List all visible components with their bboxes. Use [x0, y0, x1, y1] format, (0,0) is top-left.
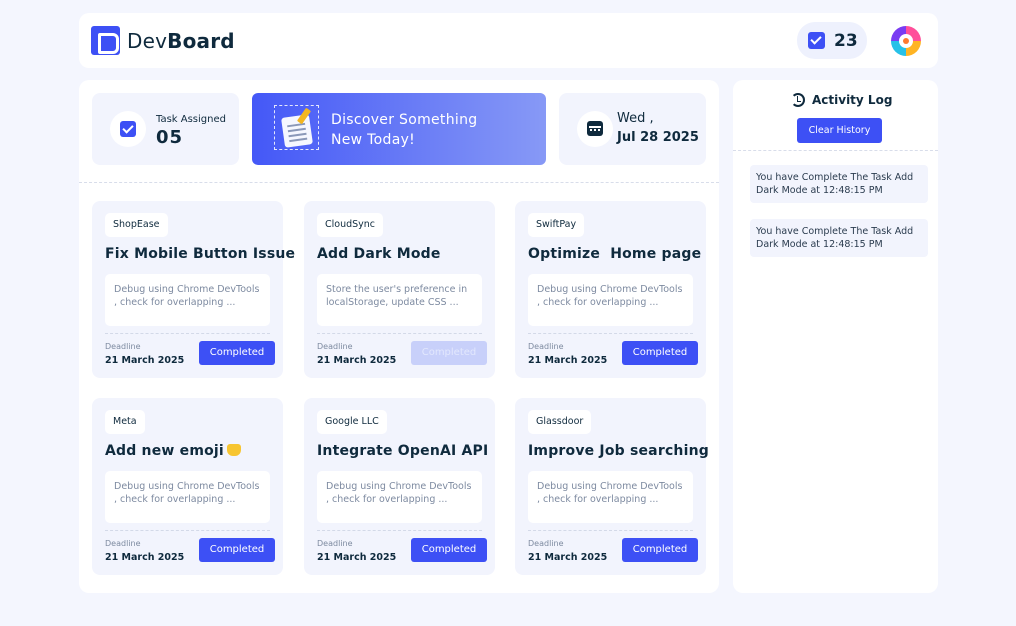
logo-text-light: Dev: [127, 29, 168, 53]
deadline-label: Deadline: [528, 539, 564, 548]
card-divider: [317, 530, 482, 531]
company-tag: Google LLC: [317, 410, 387, 434]
activity-log-item: You have Complete The Task Add Dark Mode…: [750, 219, 928, 257]
date-full: Jul 28 2025: [617, 130, 699, 145]
calendar-icon-circle: [577, 111, 613, 147]
task-title: Add Dark Mode: [317, 246, 441, 262]
checkbox-icon: [808, 32, 825, 49]
card-divider: [528, 530, 693, 531]
company-tag: CloudSync: [317, 213, 384, 237]
main-panel: Task Assigned 05 Discover Something New …: [79, 80, 719, 593]
task-card: CloudSync Add Dark Mode Store the user's…: [304, 201, 495, 378]
task-title: Fix Mobile Button Issue: [105, 246, 296, 262]
card-divider: [317, 333, 482, 334]
company-tag: ShopEase: [105, 213, 168, 237]
banner-line-1: Discover Something: [331, 112, 478, 128]
card-divider: [528, 333, 693, 334]
completed-button[interactable]: Completed: [622, 538, 698, 562]
task-description: Debug using Chrome DevTools , check for …: [528, 471, 693, 523]
activity-log-item: You have Complete The Task Add Dark Mode…: [750, 165, 928, 203]
task-count: 23: [834, 31, 858, 51]
deadline-date: 21 March 2025: [528, 355, 608, 366]
user-avatar[interactable]: [891, 26, 921, 56]
task-title: Optimize Home page: [528, 246, 702, 262]
task-card: Meta Add new emoji Debug using Chrome De…: [92, 398, 283, 575]
task-description: Debug using Chrome DevTools , check for …: [528, 274, 693, 326]
task-description: Debug using Chrome DevTools , check for …: [105, 274, 270, 326]
completed-button-disabled[interactable]: Completed: [411, 341, 487, 365]
deadline-date: 21 March 2025: [105, 552, 185, 563]
card-divider: [105, 333, 270, 334]
task-description: Debug using Chrome DevTools , check for …: [105, 471, 270, 523]
task-assigned-label: Task Assigned: [156, 114, 226, 125]
deadline-date: 21 March 2025: [317, 552, 397, 563]
task-title: Integrate OpenAI API: [317, 443, 489, 459]
task-card: Glassdoor Improve Job searching Debug us…: [515, 398, 709, 575]
app-logo-text: DevBoard: [127, 29, 235, 53]
task-count-badge[interactable]: 23: [797, 22, 867, 59]
task-title: Improve Job searching: [528, 443, 709, 459]
deadline-label: Deadline: [528, 342, 564, 351]
completed-button[interactable]: Completed: [622, 341, 698, 365]
completed-button[interactable]: Completed: [199, 341, 275, 365]
task-description: Debug using Chrome DevTools , check for …: [317, 471, 482, 523]
date-day: Wed ,: [617, 111, 654, 126]
deadline-label: Deadline: [317, 539, 353, 548]
activity-log-title: Activity Log: [791, 93, 892, 107]
discover-banner[interactable]: Discover Something New Today!: [252, 93, 546, 165]
date-stat: Wed , Jul 28 2025: [559, 93, 706, 165]
top-header: DevBoard 23: [79, 13, 938, 68]
banner-text: Discover Something New Today!: [331, 110, 531, 150]
task-card: Google LLC Integrate OpenAI API Debug us…: [304, 398, 495, 575]
section-divider: [79, 182, 719, 183]
company-tag: Glassdoor: [528, 410, 592, 434]
task-assigned-stat: Task Assigned 05: [92, 93, 239, 165]
completed-button[interactable]: Completed: [199, 538, 275, 562]
deadline-label: Deadline: [105, 342, 141, 351]
activity-log-title-text: Activity Log: [812, 93, 893, 107]
company-tag: Meta: [105, 410, 145, 434]
banner-line-2: New Today!: [331, 132, 416, 148]
task-description: Store the user's preference in localStor…: [317, 274, 482, 326]
deadline-date: 21 March 2025: [317, 355, 397, 366]
deadline-label: Deadline: [105, 539, 141, 548]
deadline-label: Deadline: [317, 342, 353, 351]
task-assigned-value: 05: [156, 127, 184, 148]
task-icon-circle: [110, 111, 146, 147]
deadline-date: 21 March 2025: [528, 552, 608, 563]
clear-history-button[interactable]: Clear History: [797, 118, 882, 143]
task-card: ShopEase Fix Mobile Button Issue Debug u…: [92, 201, 295, 378]
emoji-icon: [226, 444, 241, 456]
logo-text-bold: Board: [167, 29, 235, 53]
task-title: Add new emoji: [105, 443, 224, 459]
completed-button[interactable]: Completed: [411, 538, 487, 562]
task-card: SwiftPay Optimize Home page Debug using …: [515, 201, 706, 378]
card-divider: [105, 530, 270, 531]
calendar-icon: [587, 121, 603, 136]
devboard-logo-icon: [91, 26, 120, 55]
company-tag: SwiftPay: [528, 213, 585, 237]
checkbox-icon: [120, 121, 136, 137]
task-title-row: Add new emoji: [105, 443, 241, 459]
deadline-date: 21 March 2025: [105, 355, 185, 366]
notepad-illustration-icon: [274, 105, 319, 150]
history-icon: [791, 93, 805, 107]
activity-log-panel: Activity Log Clear History You have Comp…: [733, 80, 938, 593]
activity-divider: [733, 150, 938, 151]
